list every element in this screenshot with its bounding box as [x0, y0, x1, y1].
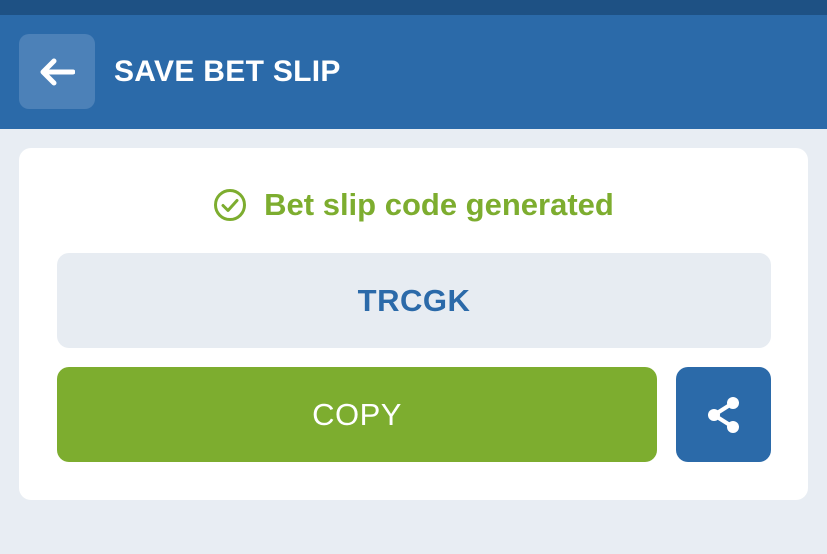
header: SAVE BET SLIP [0, 15, 827, 129]
status-bar [0, 0, 827, 15]
status-text: Bet slip code generated [264, 187, 614, 222]
back-button[interactable] [19, 34, 95, 109]
status-message: Bet slip code generated [19, 184, 808, 226]
share-icon [704, 395, 744, 435]
check-circle-icon [213, 188, 247, 222]
copy-button[interactable]: COPY [57, 367, 657, 462]
arrow-left-icon [39, 58, 75, 86]
page-title: SAVE BET SLIP [114, 55, 341, 88]
share-button[interactable] [676, 367, 771, 462]
bet-slip-code[interactable]: TRCGK [57, 253, 771, 348]
bet-slip-card: Bet slip code generated TRCGK COPY [19, 148, 808, 500]
